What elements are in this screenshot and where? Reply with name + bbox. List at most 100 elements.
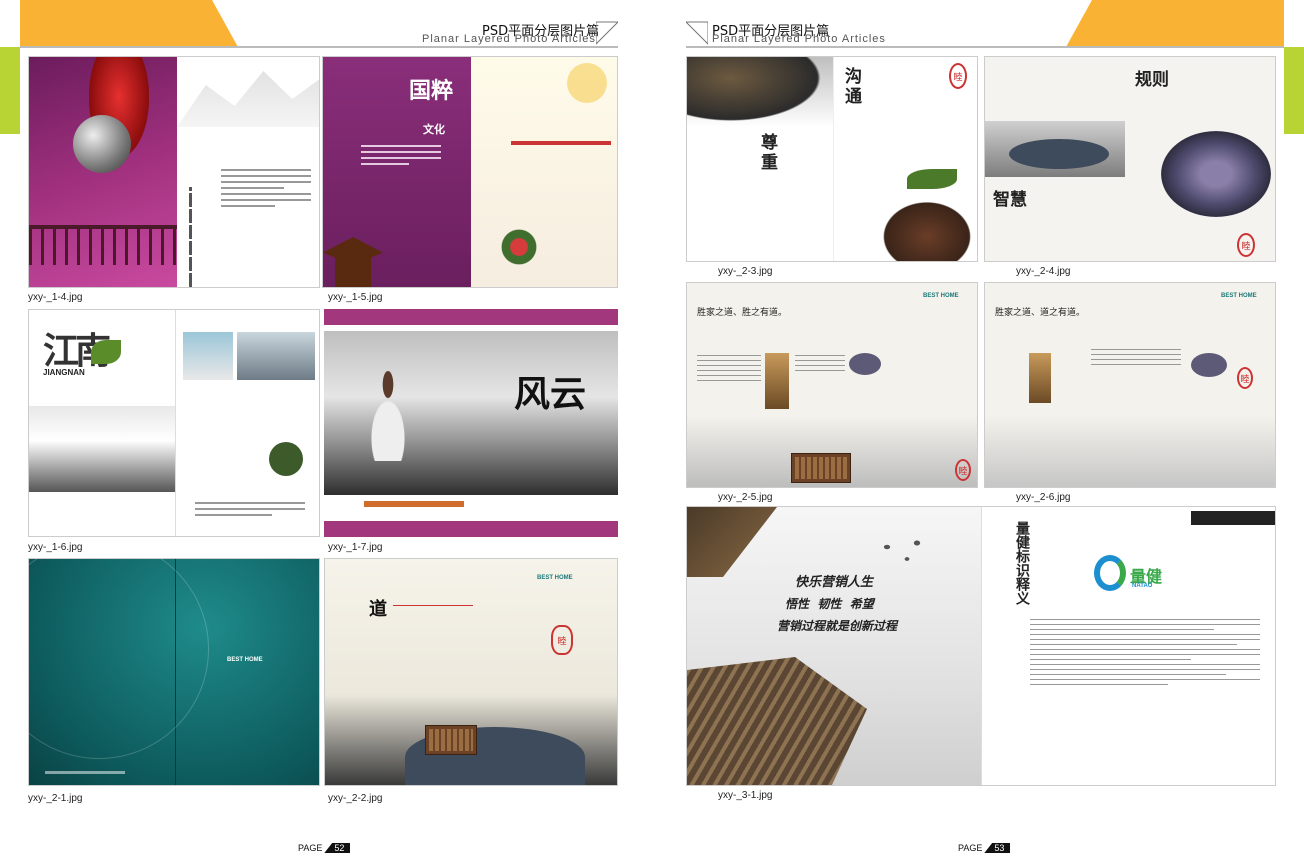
- thumb-2-2-seal: 睦: [551, 625, 573, 655]
- thumb-2-4-stone: [1009, 139, 1109, 169]
- globe-icon: [73, 115, 131, 173]
- caption-1-5: yxy-_1-5.jpg: [328, 292, 383, 303]
- pagoda-roof: [323, 237, 383, 287]
- thumb-2-4-title-a: 规则: [1135, 70, 1169, 90]
- thumb-1-6-building: [29, 406, 175, 492]
- thumb-2-2-subline: [393, 605, 473, 610]
- right-page-number-value: 53: [984, 843, 1011, 853]
- thumb-1-6-divider: [175, 310, 176, 536]
- thumb-2-3-title-a: 沟通: [845, 67, 862, 107]
- caption-1-6: yxy-_1-6.jpg: [28, 542, 83, 553]
- bridge-railing: [29, 225, 177, 265]
- thumb-3-1-logo-en: NATAO: [1132, 583, 1153, 589]
- thumb-2-5-text-lines-a: [697, 355, 761, 385]
- caption-2-4: yxy-_2-4.jpg: [1016, 266, 1071, 277]
- thumb-1-6-bonsai: [269, 442, 303, 476]
- thumb-1-7-footnote: [364, 501, 464, 507]
- thumb-1-7-top-bar: [324, 309, 618, 325]
- thumb-2-2-char: 道: [369, 599, 387, 620]
- thumb-1-5-title: 国粹: [409, 78, 454, 104]
- flower-red: [489, 217, 549, 277]
- left-header-diagonal: [212, 0, 238, 47]
- thumb-2-2[interactable]: BEST HOME 道 睦: [324, 558, 618, 786]
- thumb-2-3[interactable]: 沟通 尊重 睦: [686, 56, 978, 262]
- thumb-3-1-line3: 营销过程就是创新过程: [777, 619, 898, 633]
- thumb-2-6-building: [1029, 353, 1051, 403]
- thumb-2-5-building: [765, 353, 789, 409]
- thumb-3-1-logo-mark: [1094, 555, 1126, 591]
- thumb-3-1-tagline-bar: [1191, 511, 1275, 525]
- thumb-2-5-brand: BEST HOME: [923, 293, 959, 299]
- thumb-3-1-right-panel: 量健标识释义 量健 NATAO: [982, 507, 1275, 785]
- caption-2-1: yxy-_2-1.jpg: [28, 793, 83, 804]
- right-side-tab: [1284, 47, 1304, 134]
- thumb-2-3-leaf: [907, 169, 957, 189]
- thumb-1-7-title: 风云: [514, 373, 587, 415]
- right-header-diagonal: [1066, 0, 1092, 47]
- thumb-3-1-line1: 快乐营销人生: [795, 575, 874, 590]
- thumb-2-5-text-lines-b: [795, 355, 845, 375]
- right-header-corner-icon: [686, 21, 708, 45]
- thumb-3-1[interactable]: 快乐营销人生 悟性 韧性 希望 营销过程就是创新过程 量健标识释义 量健 NAT…: [686, 506, 1276, 786]
- right-header-rule: [686, 46, 1284, 48]
- thumb-2-6[interactable]: 胜家之道、道之有道。 BEST HOME 睦: [984, 282, 1276, 488]
- thumb-2-5[interactable]: 胜家之道、胜之有道。 BEST HOME 睦: [686, 282, 978, 488]
- left-side-tab: [0, 47, 20, 134]
- thumb-1-4-text-lines: [221, 169, 311, 211]
- left-page-number: PAGE 52: [298, 843, 351, 853]
- red-headline-bar: [511, 141, 611, 145]
- thumb-2-4-seal: 睦: [1237, 233, 1255, 257]
- thumb-1-6-photo-b: [237, 332, 315, 380]
- thumb-2-1[interactable]: BEST HOME: [28, 558, 320, 786]
- left-page-number-value: 52: [324, 843, 351, 853]
- thumb-1-7[interactable]: 风云: [324, 309, 618, 537]
- thumb-2-2-brand: BEST HOME: [537, 575, 573, 581]
- left-header-band: [20, 0, 238, 47]
- thumb-1-5-subtitle: 文化: [423, 123, 445, 136]
- right-header-subtitle: Planar Layered Photo Articles: [712, 33, 886, 45]
- caption-2-6: yxy-_2-6.jpg: [1016, 492, 1071, 503]
- caption-2-2: yxy-_2-2.jpg: [328, 793, 383, 804]
- caption-2-3: yxy-_2-3.jpg: [718, 266, 773, 277]
- thumb-2-4-title-b: 智慧: [993, 190, 1027, 210]
- thumb-2-3-teapot: [877, 197, 977, 261]
- thumb-1-7-bottom-bar: [324, 521, 618, 537]
- thumb-2-5-chessboard: [791, 453, 851, 483]
- thumb-2-3-ink-shell: [687, 57, 833, 127]
- right-page-number: PAGE 53: [958, 843, 1011, 853]
- thumb-2-1-curve: [29, 559, 209, 759]
- thumb-3-1-roof-bottom: [687, 657, 867, 785]
- ink-mountain: [177, 71, 319, 127]
- thumb-1-5-left-panel: 国粹 文化: [323, 57, 471, 287]
- thumb-1-6-en: JIANGNAN: [43, 368, 85, 377]
- thumb-2-3-fold: [833, 57, 834, 261]
- thumb-2-6-fungus: [1191, 353, 1227, 377]
- caption-1-4: yxy-_1-4.jpg: [28, 292, 83, 303]
- caption-2-5: yxy-_2-5.jpg: [718, 492, 773, 503]
- thumb-2-1-footer-text: [45, 771, 125, 774]
- caption-1-7: yxy-_1-7.jpg: [328, 542, 383, 553]
- thumb-3-1-vertical-title: 量健标识释义: [1014, 521, 1030, 605]
- thumb-2-5-title: 胜家之道、胜之有道。: [697, 308, 788, 318]
- right-page-label: PAGE: [958, 843, 983, 853]
- thumb-1-6-photo-a: [183, 332, 233, 380]
- thumb-2-4[interactable]: 规则 智慧 睦: [984, 56, 1276, 262]
- sun-circle: [567, 63, 607, 103]
- thumb-1-4-right-panel: [177, 57, 319, 287]
- thumb-2-5-fungus: [849, 353, 881, 375]
- thumb-3-1-birds: [877, 535, 927, 575]
- left-header-corner-icon: [596, 21, 618, 45]
- thumb-1-5-text-lines: [361, 145, 441, 169]
- thumb-1-6[interactable]: 江南 JIANGNAN: [28, 309, 320, 537]
- thumb-1-5[interactable]: 国粹 文化: [322, 56, 618, 288]
- thumb-1-5-right-panel: [471, 57, 617, 287]
- meditating-figure: [358, 371, 418, 461]
- thumb-3-1-roof-top: [687, 507, 777, 577]
- thumb-2-6-title: 胜家之道、道之有道。: [995, 308, 1086, 318]
- caption-3-1: yxy-_3-1.jpg: [718, 790, 773, 801]
- left-page-label: PAGE: [298, 843, 323, 853]
- thumb-2-6-seal: 睦: [1237, 367, 1253, 389]
- bamboo-ink: [189, 187, 192, 287]
- thumb-1-4[interactable]: [28, 56, 320, 288]
- thumb-1-6-leaf: [91, 340, 121, 364]
